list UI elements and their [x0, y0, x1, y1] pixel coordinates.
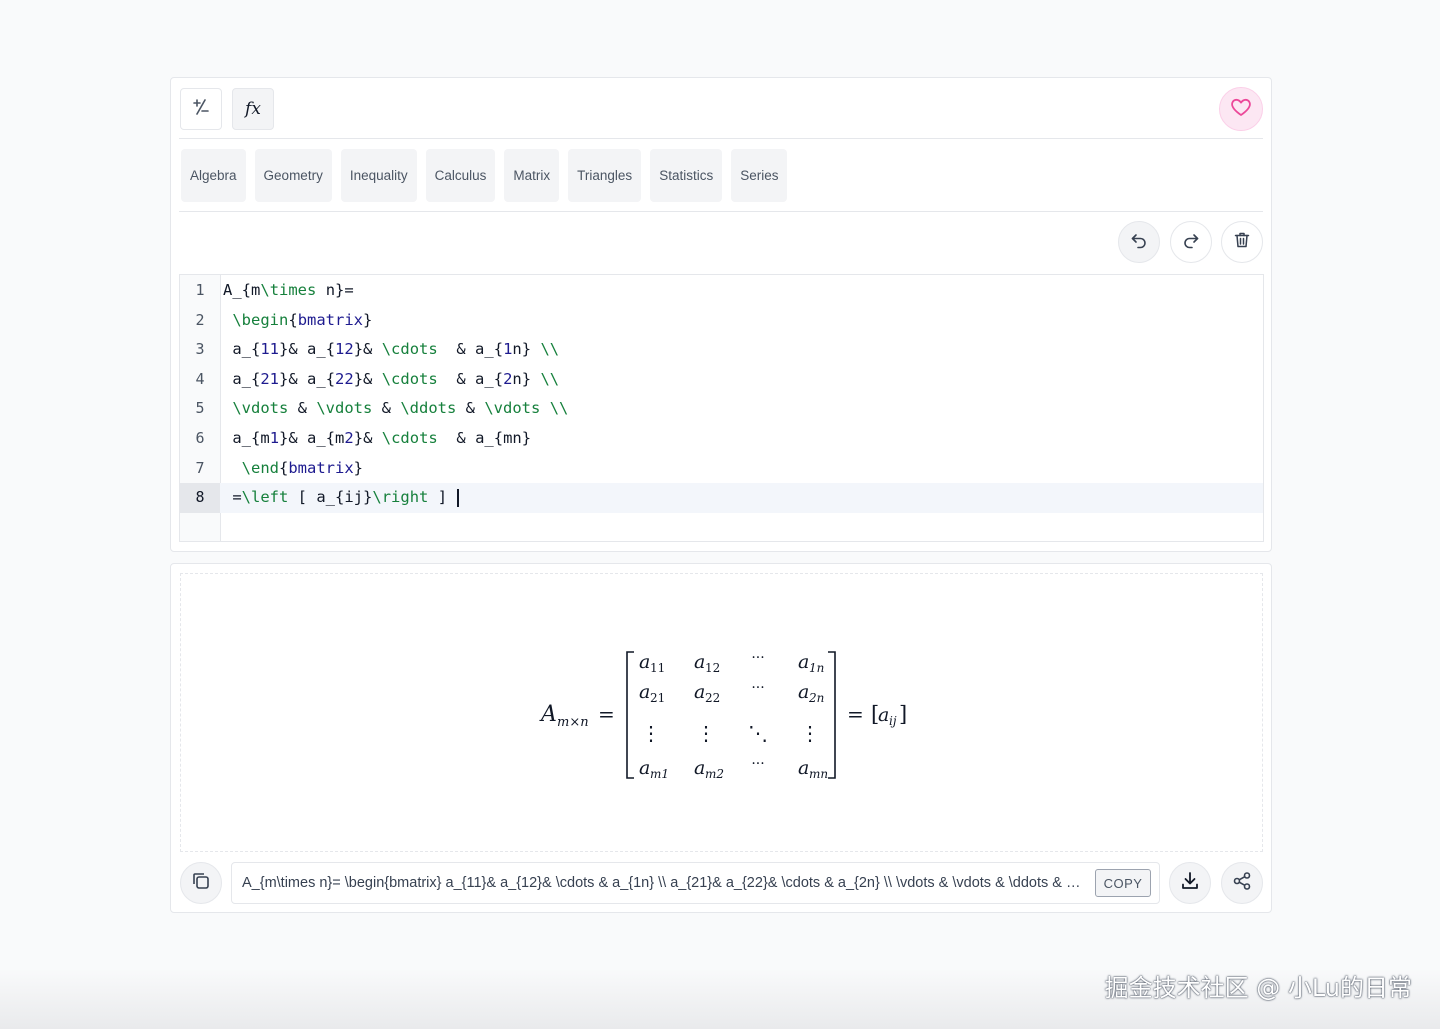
matrix-entry-subscript: 21 — [650, 691, 665, 705]
code-line[interactable]: 2 \begin{bmatrix} — [180, 306, 1263, 336]
matrix-ddots: ⋱ — [748, 721, 768, 745]
text-cursor — [457, 488, 459, 507]
matrix-entry-subscript: mn — [809, 767, 828, 781]
line-number: 2 — [195, 310, 205, 329]
formula-editor-card: fx Algebra Geometry Inequality Calculus … — [170, 77, 1272, 552]
line-source: =\left [ a_{ij}\right ] — [223, 483, 459, 513]
matrix-entry-base: a — [694, 651, 705, 673]
line-source: a_{m1}& a_{m2}& \cdots & a_{mn} — [223, 428, 532, 447]
line-number: 6 — [195, 428, 205, 447]
tab-matrix[interactable]: Matrix — [504, 149, 560, 202]
code-line[interactable]: 1 A_{m\times n}= — [180, 276, 1263, 306]
matrix-entry-subscript: 11 — [650, 661, 665, 675]
code-line[interactable]: 7 \end{bmatrix} — [180, 454, 1263, 484]
tabs-divider — [179, 211, 1263, 212]
code-line[interactable]: 8 =\left [ a_{ij}\right ] — [180, 483, 1263, 513]
undo-button[interactable] — [1118, 221, 1160, 263]
matrix-cdots: ··· — [751, 680, 764, 696]
formula-lhs-base: A — [539, 702, 557, 727]
matrix-right-bracket — [828, 651, 836, 779]
line-number: 8 — [180, 483, 220, 513]
line-number: 7 — [195, 458, 205, 477]
line-source: \begin{bmatrix} — [232, 310, 373, 329]
matrix-vdots: ⋮ — [800, 721, 820, 745]
formula-rhs-base: a — [878, 704, 889, 726]
plus-minus-icon — [191, 97, 211, 121]
rendered-formula: Am×n =a 11 a 12··· a 1na 21 a 22··· a 2n⋮ ⋮ ⋱ ⋮a m1 a m2·… — [539, 650, 907, 781]
code-line[interactable]: 5 \vdots & \vdots & \ddots & \vdots \\ — [180, 394, 1263, 424]
tab-statistics[interactable]: Statistics — [650, 149, 723, 202]
matrix-entry-base: a — [694, 681, 705, 703]
rendered-formula-area: Am×n = a 11 a 12 ··· a 1n a 21 a 22 ··· a 2n ⋮ ⋮ ⋱ ⋮ a m1 a m2 ·… — [180, 573, 1263, 852]
matrix-entry-base: a — [798, 651, 809, 673]
tab-triangles[interactable]: Triangles — [568, 149, 642, 202]
formula-preview-card: Am×n = a 11 a 12 ··· a 1n a 21 a 22 ··· a 2n ⋮ ⋮ ⋱ ⋮ a m1 a m2 ·… — [170, 563, 1272, 913]
category-tabs: Algebra Geometry Inequality Calculus Mat… — [181, 149, 788, 202]
share-icon — [1231, 870, 1253, 896]
matrix-cdots: ··· — [751, 650, 764, 666]
download-button[interactable] — [1169, 862, 1211, 904]
line-source: a_{21}& a_{22}& \cdots & a_{2n} \\ — [223, 369, 560, 388]
matrix-entry-base: a — [798, 757, 809, 779]
matrix-entry-base: a — [694, 757, 705, 779]
matrix-entry-subscript: m2 — [705, 767, 724, 781]
redo-button[interactable] — [1170, 221, 1212, 263]
download-icon — [1179, 870, 1201, 896]
copy-icon — [190, 870, 212, 896]
redo-icon — [1181, 230, 1201, 254]
tab-geometry[interactable]: Geometry — [254, 149, 332, 202]
latex-output-field[interactable]: A_{m\times n}= \begin{bmatrix} a_{11}& a… — [231, 862, 1160, 904]
latex-output-text: A_{m\times n}= \begin{bmatrix} a_{11}& a… — [242, 875, 1083, 891]
matrix-entry-subscript: 2n — [808, 691, 824, 705]
line-source: A_{m\times n}= — [223, 281, 354, 299]
code-line[interactable]: 6 a_{m1}& a_{m2}& \cdots & a_{mn} — [180, 424, 1263, 454]
code-line[interactable]: 3 a_{11}& a_{12}& \cdots & a_{1n} \\ — [180, 335, 1263, 365]
formula-rhs-subscript: ij — [889, 714, 897, 728]
matrix-left-bracket — [626, 651, 634, 779]
tab-inequality[interactable]: Inequality — [340, 149, 417, 202]
delete-button[interactable] — [1221, 221, 1263, 263]
line-source: \vdots & \vdots & \ddots & \vdots \\ — [232, 399, 569, 418]
formula-right-bracket: ] — [899, 702, 907, 726]
trash-icon — [1232, 230, 1252, 254]
watermark: 掘金技术社区 @ 小Lu的日常 — [1104, 974, 1412, 1002]
copy-image-button[interactable] — [180, 862, 222, 904]
share-button[interactable] — [1221, 862, 1263, 904]
matrix-cdots: ··· — [751, 756, 764, 772]
matrix-vdots: ⋮ — [641, 721, 661, 745]
favorite-button[interactable] — [1219, 87, 1263, 131]
matrix-entry-subscript: 12 — [705, 661, 720, 675]
matrix-entry-subscript: 22 — [705, 691, 720, 705]
line-number: 1 — [195, 281, 205, 299]
matrix-entry-base: a — [639, 681, 650, 703]
line-source: \end{bmatrix} — [241, 458, 364, 477]
matrix-entry-base: a — [639, 757, 650, 779]
line-number: 5 — [195, 399, 205, 418]
matrix-vdots: ⋮ — [696, 721, 716, 745]
matrix-entry-subscript: 1n — [809, 661, 824, 675]
line-number: 4 — [195, 369, 205, 388]
matrix-entry-subscript: m1 — [650, 767, 669, 781]
tab-series[interactable]: Series — [731, 149, 788, 202]
heart-icon — [1229, 95, 1253, 123]
line-source: a_{11}& a_{12}& \cdots & a_{1n} \\ — [223, 340, 560, 359]
code-lines: 1 A_{m\times n}= 2 \begin{bmatrix} 3 a_{11}… — [180, 276, 1263, 513]
matrix-entry-base: a — [639, 651, 650, 673]
formula-equals: = — [598, 702, 615, 726]
tab-calculus[interactable]: Calculus — [425, 149, 496, 202]
latex-code-editor[interactable]: 1 A_{m\times n}= 2 \begin{bmatrix} 3 a_{11}… — [179, 274, 1264, 542]
code-line[interactable]: 4 a_{21}& a_{22}& \cdots & a_{2n} \\ — [180, 365, 1263, 395]
formula-equals-2: = — [847, 702, 864, 726]
plus-minus-button[interactable] — [180, 88, 222, 130]
toolbar-divider — [179, 138, 1263, 139]
undo-icon — [1129, 230, 1149, 254]
line-number: 3 — [195, 340, 205, 359]
tab-algebra[interactable]: Algebra — [181, 149, 246, 202]
matrix-entry-base: a — [798, 681, 809, 703]
fx-label: fx — [245, 99, 261, 119]
function-button[interactable]: fx — [232, 88, 274, 130]
formula-lhs-subscript: m×n — [557, 715, 589, 730]
copy-latex-button[interactable]: COPY — [1095, 869, 1151, 897]
